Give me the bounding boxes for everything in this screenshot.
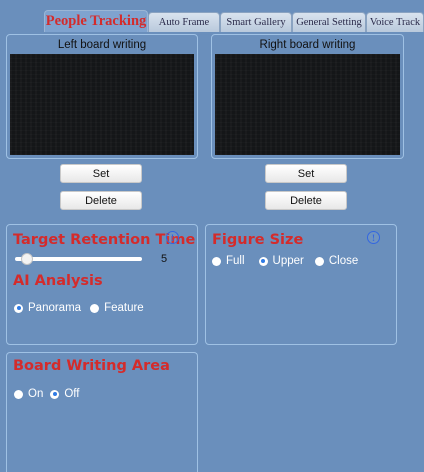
radio-close[interactable] <box>314 256 324 266</box>
left-set-button[interactable]: Set <box>60 164 142 183</box>
board-option-off-label: Off <box>64 388 80 400</box>
figure-option-close-label: Close <box>328 255 359 267</box>
right-delete-button[interactable]: Delete <box>265 191 347 210</box>
retention-slider-value: 5 <box>161 253 168 265</box>
tab-bar: People Tracking Auto Frame Smart Gallery… <box>0 0 424 32</box>
radio-full[interactable] <box>212 256 221 266</box>
retention-slider-track[interactable] <box>15 257 142 261</box>
ai-option-panorama[interactable]: Panorama <box>14 302 81 314</box>
figure-option-upper-label: Upper <box>272 255 304 267</box>
radio-upper[interactable] <box>258 256 268 266</box>
figure-option-upper[interactable]: Upper <box>258 255 304 267</box>
ai-option-feature[interactable]: Feature <box>90 302 144 314</box>
ai-option-feature-label: Feature <box>104 302 144 314</box>
figure-size-title: Figure Size <box>212 232 304 248</box>
right-board-panel: Right board writing <box>211 34 404 159</box>
board-writing-area-title: Board Writing Area <box>13 358 170 374</box>
figure-option-close[interactable]: Close <box>314 255 359 267</box>
tab-general-setting[interactable]: General Setting <box>292 12 366 32</box>
board-option-off[interactable]: Off <box>50 388 79 400</box>
left-board-title: Left board writing <box>57 39 147 51</box>
retention-slider-thumb[interactable] <box>20 253 33 265</box>
board-writing-area-options: On Off <box>14 388 88 400</box>
ai-option-panorama-label: Panorama <box>28 302 82 314</box>
right-board-preview <box>215 54 400 155</box>
radio-panorama[interactable] <box>14 303 23 313</box>
right-set-button[interactable]: Set <box>265 164 347 183</box>
ai-analysis-options: Panorama Feature <box>14 302 153 314</box>
board-option-on-label: On <box>28 388 44 400</box>
figure-size-info-icon[interactable]: ! <box>367 231 380 244</box>
ai-analysis-title: AI Analysis <box>13 273 103 289</box>
left-board-panel: Left board writing <box>6 34 198 159</box>
left-board-preview <box>10 54 194 155</box>
tab-auto-frame[interactable]: Auto Frame <box>148 12 220 32</box>
tab-voice-track[interactable]: Voice Track <box>366 12 424 32</box>
retention-info-icon[interactable]: ! <box>166 231 179 244</box>
radio-feature[interactable] <box>90 303 100 313</box>
figure-option-full-label: Full <box>226 255 245 267</box>
right-board-title: Right board writing <box>259 39 356 51</box>
figure-option-full[interactable]: Full <box>212 255 245 267</box>
tab-people-tracking[interactable]: People Tracking <box>44 10 148 32</box>
left-delete-button[interactable]: Delete <box>60 191 142 210</box>
radio-off[interactable] <box>50 389 60 399</box>
radio-on[interactable] <box>14 389 23 399</box>
tab-smart-gallery[interactable]: Smart Gallery <box>220 12 292 32</box>
figure-size-options: Full Upper Close <box>212 255 367 267</box>
board-option-on[interactable]: On <box>14 388 43 400</box>
